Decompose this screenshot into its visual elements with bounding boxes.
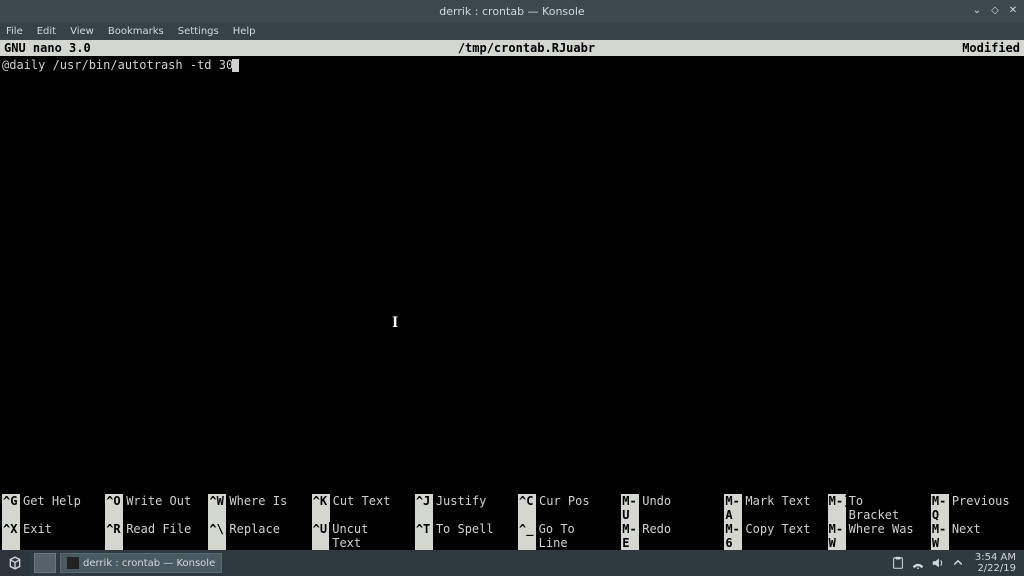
- nano-filename: /tmp/crontab.RJuabr: [91, 41, 963, 55]
- shortcut-desc: Go To Line: [536, 522, 610, 550]
- shortcut-key: M-U: [621, 494, 639, 522]
- terminal-area[interactable]: GNU nano 3.0 /tmp/crontab.RJuabr Modifie…: [0, 40, 1024, 550]
- clock-date: 2/22/19: [975, 563, 1016, 574]
- shortcut-desc: Redo: [639, 522, 671, 550]
- maximize-button[interactable]: ◇: [988, 3, 1002, 17]
- tray-network-icon[interactable]: [911, 556, 925, 570]
- clock-time: 3:54 AM: [975, 552, 1016, 563]
- nano-shortcut: ^WWhere Is: [208, 494, 299, 522]
- nano-shortcut: M-ERedo: [621, 522, 712, 550]
- text-cursor-block: [232, 59, 239, 72]
- shortcut-desc: Exit: [20, 522, 52, 550]
- shortcut-desc: Previous: [949, 494, 1010, 522]
- nano-footer-shortcuts: ^GGet Help ^OWrite Out ^WWhere Is ^KCut Tex…: [0, 494, 1024, 550]
- shortcut-desc: Read File: [123, 522, 191, 550]
- nano-shortcut: ^\Replace: [208, 522, 299, 550]
- nano-shortcut: ^_Go To Line: [518, 522, 609, 550]
- shortcut-desc: Undo: [639, 494, 671, 522]
- nano-shortcut: ^JJustify: [415, 494, 506, 522]
- menu-edit[interactable]: Edit: [37, 26, 56, 37]
- shortcut-key: ^O: [105, 494, 123, 522]
- shortcut-desc: Replace: [226, 522, 280, 550]
- shortcut-desc: Mark Text: [742, 494, 810, 522]
- nano-shortcut: ^CCur Pos: [518, 494, 609, 522]
- shortcut-key: M-]: [828, 494, 846, 522]
- shortcut-key: M-A: [724, 494, 742, 522]
- shortcut-desc: To Bracket: [846, 494, 919, 522]
- shortcut-key: ^R: [105, 522, 123, 550]
- shortcut-key: ^U: [312, 522, 330, 550]
- nano-shortcut: ^XExit: [2, 522, 93, 550]
- konsole-icon: [67, 557, 79, 569]
- shortcut-key: M-W: [828, 522, 846, 550]
- nano-shortcut: ^OWrite Out: [105, 494, 196, 522]
- close-button[interactable]: ✕: [1006, 3, 1020, 17]
- shortcut-key: ^J: [415, 494, 433, 522]
- shortcut-desc: Uncut Text: [329, 522, 403, 550]
- nano-shortcut: M-]To Bracket: [828, 494, 919, 522]
- nano-shortcut: M-6Copy Text: [724, 522, 815, 550]
- shortcut-key: ^G: [2, 494, 20, 522]
- shortcut-key: M-W: [931, 522, 949, 550]
- menu-settings[interactable]: Settings: [178, 26, 219, 37]
- taskbar-entry-konsole[interactable]: derrik : crontab — Konsole: [60, 553, 222, 573]
- shortcut-key: ^\: [208, 522, 226, 550]
- shortcut-desc: Next: [949, 522, 981, 550]
- nano-shortcut: M-QPrevious: [931, 494, 1022, 522]
- nano-header-bar: GNU nano 3.0 /tmp/crontab.RJuabr Modifie…: [0, 40, 1024, 56]
- window-title: derrik : crontab — Konsole: [439, 5, 584, 18]
- shortcut-desc: Where Is: [226, 494, 287, 522]
- nano-shortcut: ^RRead File: [105, 522, 196, 550]
- menu-bookmarks[interactable]: Bookmarks: [108, 26, 164, 37]
- nano-shortcut: M-AMark Text: [724, 494, 815, 522]
- minimize-button[interactable]: ⌄: [970, 3, 984, 17]
- taskbar-entry-label: derrik : crontab — Konsole: [83, 558, 215, 569]
- file-content-line: @daily /usr/bin/autotrash -td 30: [2, 58, 233, 72]
- shortcut-desc: To Spell: [433, 522, 494, 550]
- taskbar: derrik : crontab — Konsole 3:54 AM 2/22/…: [0, 550, 1024, 576]
- nano-status: Modified: [962, 41, 1024, 55]
- shortcut-key: ^X: [2, 522, 20, 550]
- shortcut-desc: Cur Pos: [536, 494, 590, 522]
- tray-chevron-up-icon[interactable]: [951, 556, 965, 570]
- nano-version: GNU nano 3.0: [0, 41, 91, 55]
- shortcut-key: M-Q: [931, 494, 949, 522]
- shortcut-key: M-E: [621, 522, 639, 550]
- nano-shortcut: ^TTo Spell: [415, 522, 506, 550]
- taskbar-clock[interactable]: 3:54 AM 2/22/19: [975, 552, 1016, 574]
- shortcut-key: ^W: [208, 494, 226, 522]
- shortcut-key: ^_: [518, 522, 536, 550]
- nano-shortcut: M-WNext: [931, 522, 1022, 550]
- menu-bar: File Edit View Bookmarks Settings Help: [0, 22, 1024, 40]
- desktop-pager[interactable]: [34, 553, 56, 573]
- nano-shortcut: ^GGet Help: [2, 494, 93, 522]
- window-titlebar: derrik : crontab — Konsole ⌄ ◇ ✕: [0, 0, 1024, 22]
- shortcut-key: ^C: [518, 494, 536, 522]
- shortcut-key: ^K: [312, 494, 330, 522]
- shortcut-key: M-6: [724, 522, 742, 550]
- tray-volume-icon[interactable]: [931, 556, 945, 570]
- tray-clipboard-icon[interactable]: [891, 556, 905, 570]
- menu-help[interactable]: Help: [233, 26, 256, 37]
- shortcut-desc: Get Help: [20, 494, 81, 522]
- shortcut-desc: Where Was: [846, 522, 914, 550]
- kde-logo-icon: [7, 555, 23, 571]
- nano-shortcut: M-UUndo: [621, 494, 712, 522]
- shortcut-desc: Cut Text: [330, 494, 391, 522]
- nano-editor-content[interactable]: @daily /usr/bin/autotrash -td 30: [0, 56, 1024, 72]
- shortcut-desc: Write Out: [123, 494, 191, 522]
- mouse-text-cursor-icon: I: [392, 314, 398, 332]
- nano-shortcut: M-WWhere Was: [828, 522, 919, 550]
- shortcut-desc: Copy Text: [742, 522, 810, 550]
- shortcut-key: ^T: [415, 522, 433, 550]
- nano-shortcut: ^KCut Text: [312, 494, 403, 522]
- nano-shortcut: ^UUncut Text: [312, 522, 403, 550]
- start-menu-button[interactable]: [0, 550, 30, 576]
- menu-file[interactable]: File: [6, 26, 23, 37]
- shortcut-desc: Justify: [433, 494, 487, 522]
- menu-view[interactable]: View: [70, 26, 94, 37]
